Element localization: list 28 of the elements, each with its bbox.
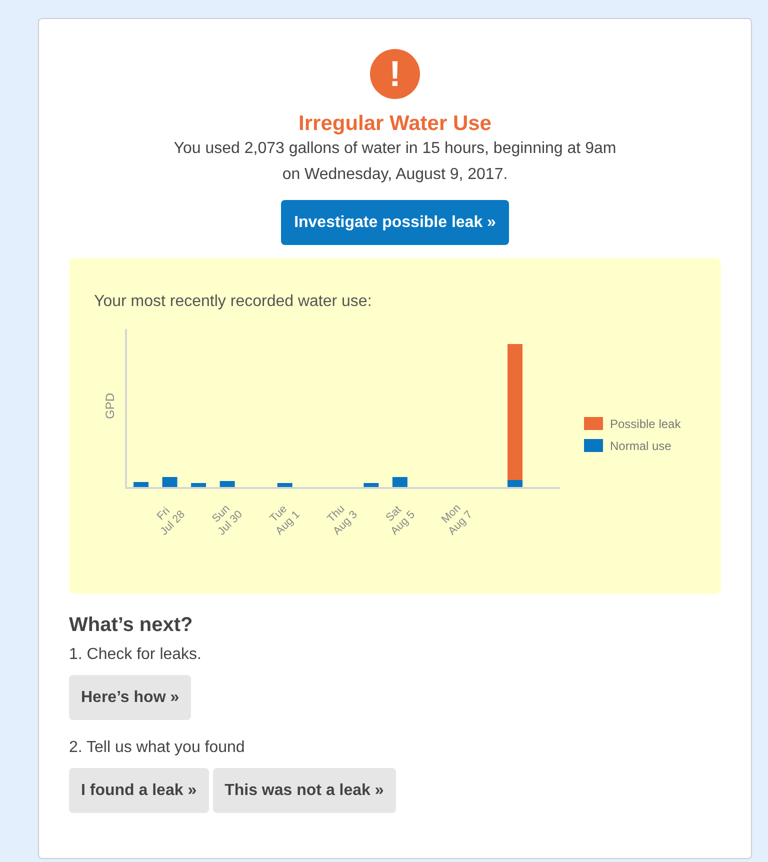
chart-title: Your most recently recorded water use: — [94, 292, 373, 312]
x-axis-label: Mon Aug 7 — [440, 502, 475, 538]
alert-title: Irregular Water Use — [298, 111, 492, 136]
normal-use-bar — [277, 483, 292, 488]
normal-use-bar — [162, 477, 178, 488]
x-axis-label: Thu Aug 3 — [325, 503, 360, 538]
normal-use-bar — [134, 482, 148, 488]
normal-use-bar — [191, 483, 206, 488]
warning-icon: ! — [370, 49, 420, 99]
alert-message: You used 2,073 gallons of water in 15 hours, beginning at 9am on Wednesday, August 9, 2017. — [174, 139, 616, 186]
normal-use-bar — [508, 480, 522, 488]
action-button[interactable]: I found a leak » — [69, 768, 209, 814]
x-axis-label: Tue Aug 1 — [268, 503, 302, 538]
action-button[interactable]: Here’s how » — [69, 675, 192, 720]
legend-label: Normal use — [610, 439, 672, 454]
step-text: 1. Check for leaks. — [69, 645, 202, 666]
x-axis-label: Sun Jul 30 — [210, 502, 245, 538]
step-text: 2. Tell us what you found — [69, 738, 246, 758]
x-axis-label: Sat Aug 5 — [384, 504, 418, 538]
y-axis-label: GPD — [103, 393, 117, 420]
legend-label: Possible leak — [610, 417, 681, 432]
action-button[interactable]: This was not a leak » — [212, 768, 396, 814]
investigate-button[interactable]: Investigate possible leak » — [281, 200, 509, 246]
x-axis-label: Fri Jul 28 — [154, 505, 188, 538]
section-heading: What’s next? — [69, 613, 194, 638]
normal-use-bar — [392, 477, 408, 488]
normal-use-bar — [364, 483, 379, 488]
normal-use-bar — [220, 481, 235, 488]
